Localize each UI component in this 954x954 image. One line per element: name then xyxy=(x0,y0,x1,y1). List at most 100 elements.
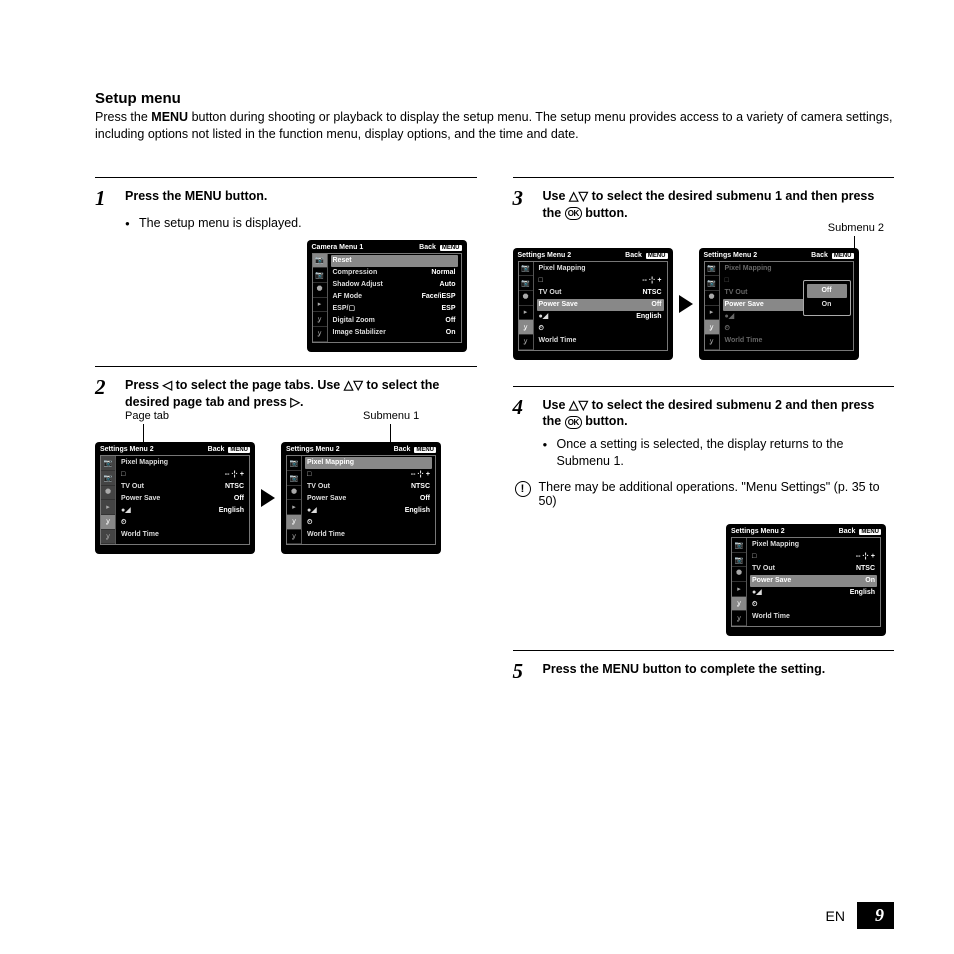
menu-row-value: -- ·¦· + xyxy=(856,551,875,563)
menu-row-label: ●◢ xyxy=(725,311,735,323)
menu-row-label: AF Mode xyxy=(333,291,363,303)
tab-icon: ▸ xyxy=(313,298,327,313)
menu-row: ●◢English xyxy=(119,505,246,517)
tab-icon: ⯃ xyxy=(519,291,533,306)
step-3: 3 Use △▽ to select the desired submenu 1… xyxy=(513,188,895,222)
menu-row-value: NTSC xyxy=(856,563,875,575)
ok-icon: OK xyxy=(565,207,582,220)
tab-icon: ỿ xyxy=(313,312,327,327)
menu-row-label: ⏲ xyxy=(752,599,757,611)
menu-row-label: □ xyxy=(307,469,311,481)
tab-icon: ỿ xyxy=(705,320,719,335)
tab-icon: ỿ xyxy=(519,335,533,350)
screen-title: Settings Menu 2 xyxy=(704,252,758,259)
tab-icon: 📷 xyxy=(519,276,533,291)
menu-row-value: Off xyxy=(234,493,244,505)
step-number: 2 xyxy=(95,377,115,398)
menu-row-value: -- ·¦· + xyxy=(642,275,661,287)
menu-row-value: Face/iESP xyxy=(422,291,456,303)
step3-b: button. xyxy=(582,206,628,220)
tab-icon: ỿ xyxy=(519,320,533,335)
menu-row: CompressionNormal xyxy=(331,267,458,279)
step1-b: button. xyxy=(222,189,268,203)
menu-row-value: -- ·¦· + xyxy=(411,469,430,481)
tab-icon: ỿ xyxy=(313,327,327,342)
tab-icon: ⯃ xyxy=(287,486,301,501)
step-number: 4 xyxy=(513,397,533,418)
menu-row-label: Power Save xyxy=(725,299,764,311)
label-page-tab: Page tab xyxy=(125,410,169,422)
menu-row-label: ⏲ xyxy=(539,323,544,335)
menu-row-label: World Time xyxy=(725,335,763,347)
screen-back: Back MENU xyxy=(208,446,250,453)
step-1: 1 Press the MENU button. xyxy=(95,188,477,209)
menu-row-value: Off xyxy=(445,315,455,327)
menu-row-label: Image Stabilizer xyxy=(333,327,386,339)
screen-back: Back MENU xyxy=(625,252,667,259)
menu-row-label: Pixel Mapping xyxy=(752,539,799,551)
menu-row-label: ⏲ xyxy=(725,323,730,335)
menu-row-label: Pixel Mapping xyxy=(539,263,586,275)
tab-icon: 📷 xyxy=(313,254,327,269)
menu-row: Power SaveOff xyxy=(537,299,664,311)
tab-icon: ⯃ xyxy=(705,291,719,306)
menu-row-value: English xyxy=(636,311,661,323)
menu-row: ⏲ xyxy=(723,323,850,335)
tab-icon: 📷 xyxy=(101,471,115,486)
tab-icon: 📷 xyxy=(101,456,115,471)
menu-row: Reset xyxy=(331,255,458,267)
menu-row: TV OutNTSC xyxy=(305,481,432,493)
menu-row: Pixel Mapping xyxy=(750,539,877,551)
menu-row: ⏲ xyxy=(537,323,664,335)
footer-page: 9 xyxy=(857,902,894,929)
intro-menu: MENU xyxy=(151,110,188,124)
page-footer: EN 9 xyxy=(826,902,894,929)
menu-row-label: □ xyxy=(752,551,756,563)
ok-icon: OK xyxy=(565,416,582,429)
step2-text: Press ◁ to select the page tabs. Use △▽ … xyxy=(125,377,477,411)
menu-row-label: ●◢ xyxy=(752,587,762,599)
menu-row-label: ⏲ xyxy=(307,517,312,529)
label-submenu2: Submenu 2 xyxy=(828,222,884,234)
camera-screen: Settings Menu 2Back MENU📷📷⯃▸ỿỿPixel Mapp… xyxy=(513,248,673,360)
tab-icon: 📷 xyxy=(705,276,719,291)
menu-row-label: Digital Zoom xyxy=(333,315,375,327)
menu-row-label: Power Save xyxy=(307,493,346,505)
step5-menu: MENU xyxy=(602,662,639,676)
tab-icon: ⯃ xyxy=(313,283,327,298)
popup-option: Off xyxy=(807,284,847,298)
menu-row-label: TV Out xyxy=(752,563,775,575)
tab-icon: ⯃ xyxy=(732,567,746,582)
menu-row: Power SaveOff xyxy=(119,493,246,505)
menu-row-value: -- ·¦· + xyxy=(225,469,244,481)
menu-row: ESP/▢ESP xyxy=(331,303,458,315)
menu-row: Power Save Off xyxy=(305,493,432,505)
tab-icon: ỿ xyxy=(705,335,719,350)
screen-title: Camera Menu 1 xyxy=(312,244,364,251)
screen-title: Settings Menu 2 xyxy=(100,446,154,453)
menu-row-label: □ xyxy=(539,275,543,287)
tab-icon: ỿ xyxy=(101,515,115,530)
menu-row-label: □ xyxy=(121,469,125,481)
menu-row-label: TV Out xyxy=(307,481,330,493)
menu-row: Power SaveOn xyxy=(750,575,877,587)
menu-row: Pixel Mapping xyxy=(723,263,850,275)
step4-b: button. xyxy=(582,414,628,428)
menu-row: AF Mode Face/iESP xyxy=(331,291,458,303)
menu-row: ●◢English xyxy=(537,311,664,323)
menu-row-label: ESP/▢ xyxy=(333,303,356,315)
menu-row-value: Off xyxy=(420,493,430,505)
camera-screen: Settings Menu 2Back MENU📷📷⯃▸ỿỿPixel Mapp… xyxy=(95,442,255,554)
menu-row: ●◢English xyxy=(305,505,432,517)
intro-b: button during shooting or playback to di… xyxy=(95,110,892,141)
menu-row-label: ●◢ xyxy=(121,505,131,517)
tab-icon: ỿ xyxy=(101,530,115,545)
menu-row: World Time xyxy=(723,335,850,347)
menu-row: ⏲ xyxy=(305,517,432,529)
footer-lang: EN xyxy=(826,908,845,924)
intro-a: Press the xyxy=(95,110,151,124)
screen-back: Back MENU xyxy=(839,528,881,535)
menu-row: Shadow AdjustAuto xyxy=(331,279,458,291)
menu-row: ●◢English xyxy=(750,587,877,599)
menu-row-label: World Time xyxy=(539,335,577,347)
